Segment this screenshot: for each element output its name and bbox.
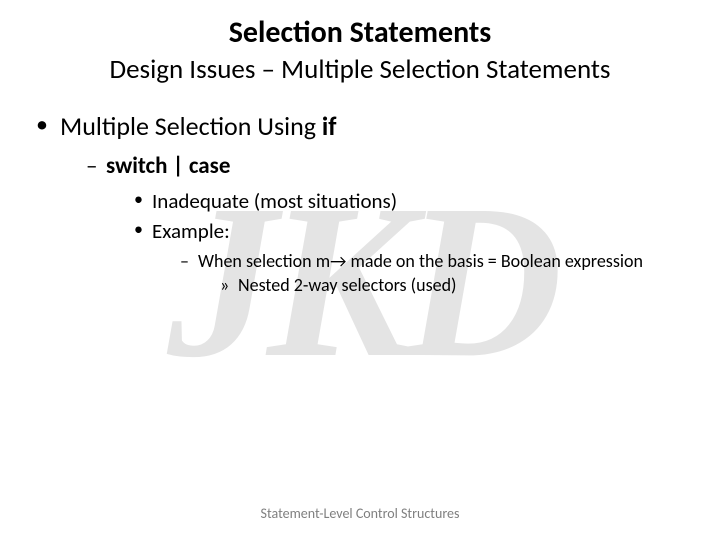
list-item: When selection m→ made on the basis = Bo… [180,250,692,296]
bullet-list-level2: switch | case Inadequate (most situation… [60,152,692,296]
bullet-list-level4: When selection m→ made on the basis = Bo… [152,250,692,296]
list-item: switch | case Inadequate (most situation… [86,152,692,296]
bullet-list-level3: Inadequate (most situations) Example: Wh… [106,188,692,296]
bullet3b-text: Example: [152,218,230,244]
slide-body: Selection Statements Design Issues – Mul… [0,0,720,540]
list-item: Multiple Selection Using if switch | cas… [36,110,692,296]
slide-title: Selection Statements [28,14,692,51]
bullet-list-level5: Nested 2-way selectors (used) [198,274,692,296]
bullet4-text: When selection m→ made on the basis = Bo… [198,250,643,272]
bullet1-text: Multiple Selection Using [60,110,322,142]
bullet-list-level1: Multiple Selection Using if switch | cas… [28,110,692,296]
slide-subtitle: Design Issues – Multiple Selection State… [28,53,692,86]
bullet2-text: switch | case [106,152,230,180]
list-item: Example: When selection m→ made on the b… [134,218,692,296]
list-item: Nested 2-way selectors (used) [220,274,692,296]
bullet1-bold: if [322,110,337,142]
slide-footer: Statement-Level Control Structures [0,505,720,522]
list-item: Inadequate (most situations) [134,188,692,214]
